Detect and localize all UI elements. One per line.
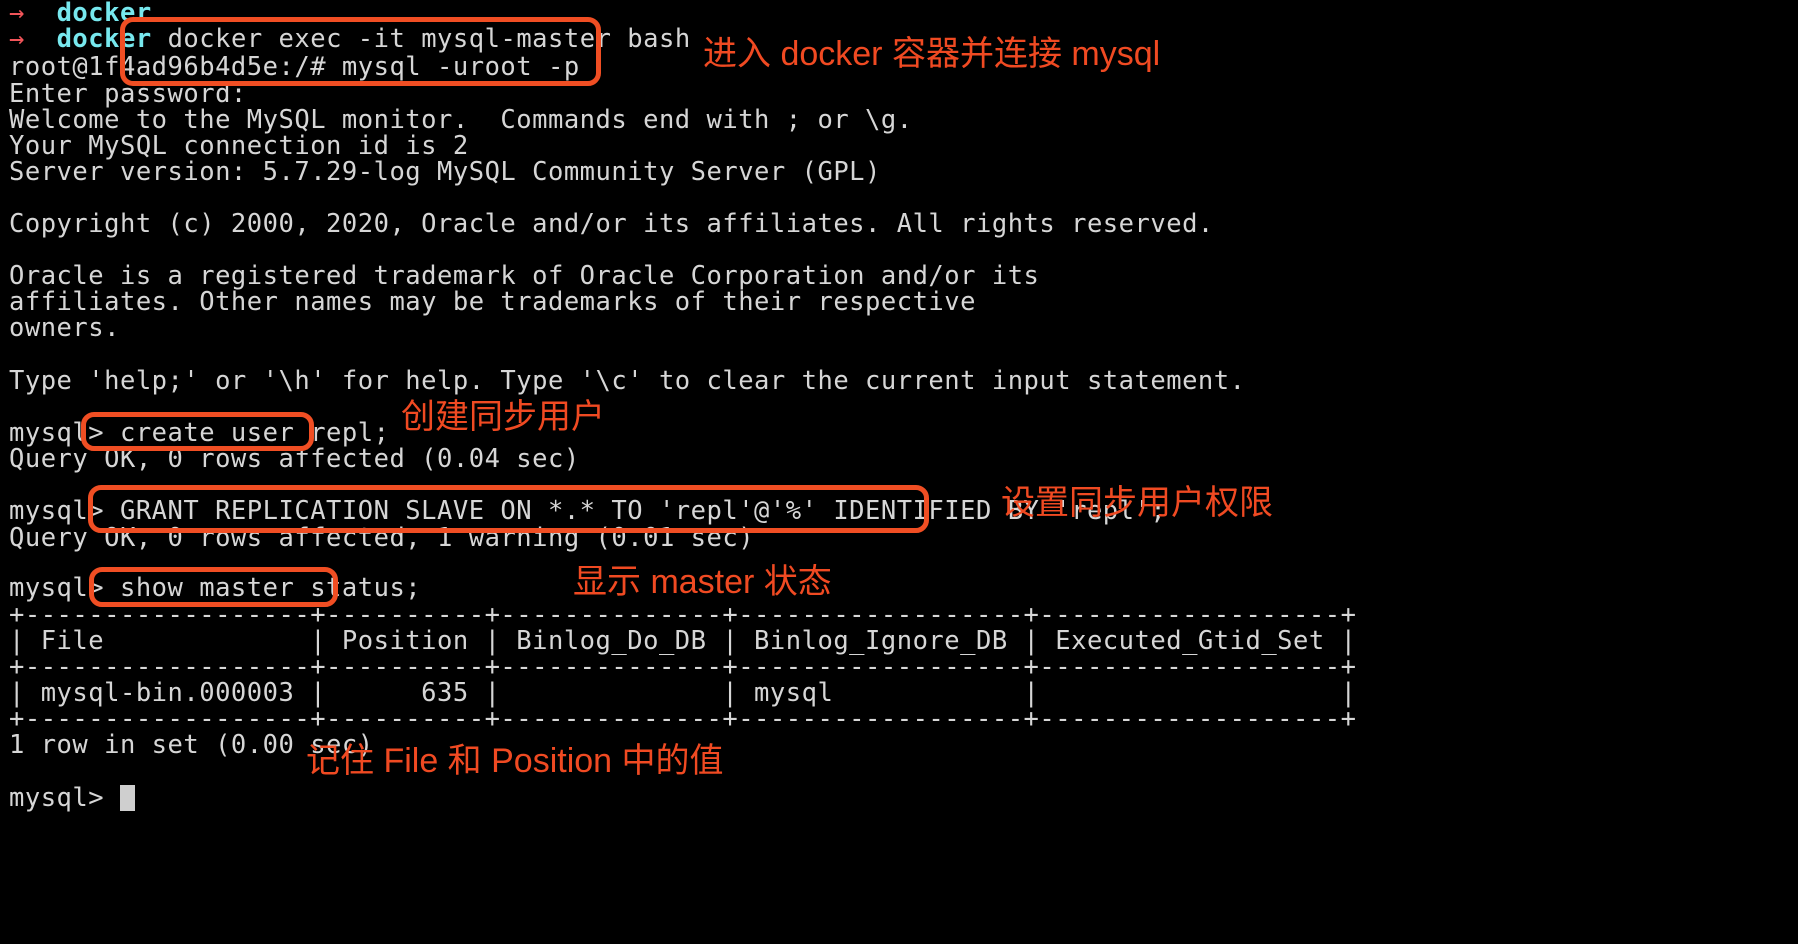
output-line-trademark-3: owners. bbox=[9, 313, 120, 343]
shell-prompt-line-1: → docker docker exec -it mysql-master ba… bbox=[9, 24, 691, 54]
output-line-blank bbox=[9, 756, 25, 786]
mysql-prompt-active[interactable]: mysql> bbox=[9, 783, 135, 813]
annotation-set-user-privileges: 设置同步用户权限 bbox=[1001, 484, 1273, 522]
prompt-arrow-icon: → bbox=[9, 24, 25, 54]
output-line-blank bbox=[9, 339, 25, 369]
output-line-query-ok-1: Query OK, 0 rows affected (0.04 sec) bbox=[9, 444, 580, 474]
mysql-prompt-label: mysql> bbox=[9, 783, 120, 813]
output-line-server-version: Server version: 5.7.29-log MySQL Communi… bbox=[9, 157, 881, 187]
output-line-trademark-2: affiliates. Other names may be trademark… bbox=[9, 287, 976, 317]
output-line-query-ok-2: Query OK, 0 rows affected, 1 warning (0.… bbox=[9, 523, 755, 553]
terminal-window[interactable]: → docker → docker docker exec -it mysql-… bbox=[0, 0, 1798, 944]
text-cursor bbox=[119, 785, 135, 811]
output-line-help-hint: Type 'help;' or '\h' for help. Type '\c'… bbox=[9, 366, 1246, 396]
shell-command-docker-exec: docker exec -it mysql-master bash bbox=[167, 24, 691, 54]
annotation-remember-file-position: 记住 File 和 Position 中的值 bbox=[306, 742, 724, 780]
output-line-copyright: Copyright (c) 2000, 2020, Oracle and/or … bbox=[9, 209, 1214, 239]
mysql-command-grant: mysql> GRANT REPLICATION SLAVE ON *.* TO… bbox=[9, 496, 1167, 526]
annotation-show-master-status: 显示 master 状态 bbox=[573, 563, 832, 601]
prompt-directory-label: docker bbox=[56, 24, 152, 54]
annotation-enter-docker-connect-mysql: 进入 docker 容器并连接 mysql bbox=[703, 35, 1161, 73]
mysql-command-show-master-status: mysql> show master status; bbox=[9, 573, 422, 603]
annotation-create-sync-user: 创建同步用户 bbox=[401, 398, 605, 436]
output-line-container-prompt: root@1f4ad96b4d5e:/# mysql -uroot -p bbox=[9, 52, 580, 82]
